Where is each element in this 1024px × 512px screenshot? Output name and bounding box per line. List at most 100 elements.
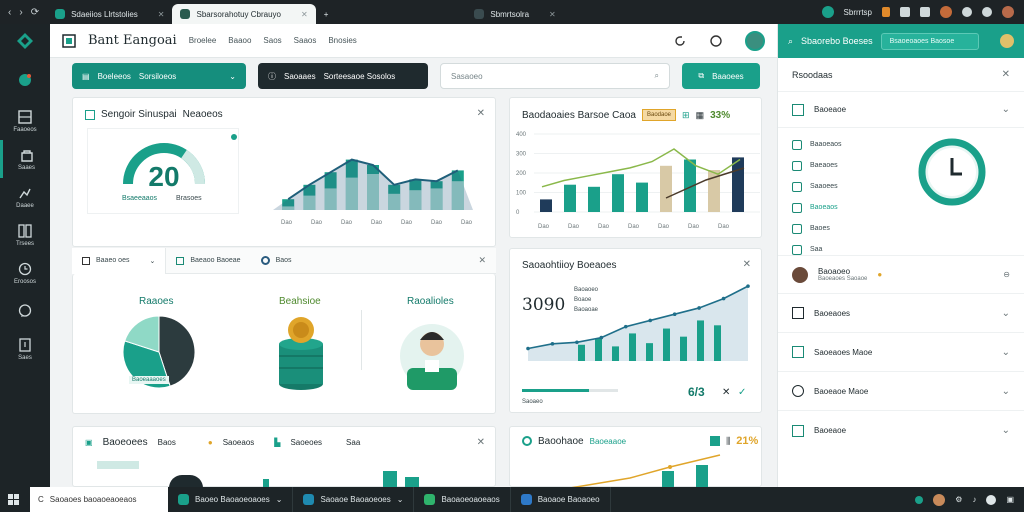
- close-icon[interactable]: ✕: [1002, 69, 1010, 80]
- taskbar-app-2[interactable]: Saoaoe Baoaoeoes ⌄: [293, 487, 415, 512]
- settings-icon[interactable]: ⚙: [955, 495, 962, 504]
- refresh-icon[interactable]: [673, 34, 687, 48]
- card-tab[interactable]: Baos: [158, 438, 176, 447]
- new-tab-button[interactable]: +: [316, 4, 337, 24]
- chevron-down-icon[interactable]: ⌄: [1002, 425, 1010, 436]
- app-logo[interactable]: [0, 24, 50, 58]
- right-user-row[interactable]: Baoaoeo Baoeaoes Saoaoe ● ⊖: [778, 256, 1024, 294]
- volume-icon[interactable]: ♪: [972, 495, 976, 504]
- tab-close-icon[interactable]: ✕: [158, 10, 165, 19]
- header-actions: [673, 30, 765, 51]
- header-menu-item[interactable]: Bnosies: [328, 36, 356, 45]
- notification-icon[interactable]: [982, 7, 992, 17]
- avatar-icon[interactable]: [940, 6, 952, 18]
- browser-tab-3[interactable]: Sbmrtsolra ✕: [466, 4, 563, 24]
- extension-icon[interactable]: [882, 7, 890, 17]
- right-row-1[interactable]: Baoeaoes ⌄: [778, 294, 1024, 333]
- x-tick-label: Dao: [718, 224, 730, 230]
- browser-tab-2[interactable]: Sbarsorahotuy Cbrauyo ✕: [172, 4, 316, 24]
- user-avatar[interactable]: [745, 30, 765, 51]
- check-icon[interactable]: ✓: [738, 387, 746, 398]
- card-tab[interactable]: Saoeaos: [223, 438, 255, 447]
- table-icon[interactable]: ⊞: [682, 110, 690, 121]
- sidebar-item-errors[interactable]: Eroosos: [0, 254, 50, 292]
- coin-icon: ●: [207, 438, 213, 447]
- edit-icon: [792, 103, 804, 116]
- refresh-icon[interactable]: ⟳: [31, 7, 39, 18]
- x-tick-label: Dao: [311, 220, 323, 226]
- right-section-body: Baaoeaos Baeaoes Saaoees Baoeaos Baoes S…: [778, 128, 1024, 256]
- chevron-down-icon[interactable]: ⌄: [1002, 308, 1010, 319]
- subtab-label: Baeaoo Baoeae: [190, 257, 241, 264]
- sidebar-item-saves[interactable]: Saaes: [0, 140, 50, 178]
- subtab-2[interactable]: Baeaoo Baoeae: [166, 248, 250, 274]
- help-icon[interactable]: [986, 494, 997, 505]
- close-small-icon[interactable]: ✕: [722, 387, 730, 398]
- folder-icon: [792, 160, 802, 171]
- notification-icon[interactable]: ▣: [1006, 495, 1014, 504]
- search-icon[interactable]: ⌕: [788, 36, 793, 47]
- filter-button[interactable]: ⓘ Saoaaes Sorteesaoe Sosolos: [258, 63, 428, 89]
- chevron-down-icon[interactable]: ⌄: [149, 257, 155, 265]
- user-avatar[interactable]: [933, 493, 946, 506]
- forward-icon[interactable]: ›: [19, 7, 22, 18]
- header-menu-item[interactable]: Baaoo: [228, 36, 251, 45]
- share-icon[interactable]: [920, 7, 930, 17]
- sidebar-item-saes[interactable]: Saes: [0, 330, 50, 368]
- subtab-bar: Baaeo oes ⌄ Baeaoo Baoeae Baos ✕: [72, 247, 496, 274]
- close-icon[interactable]: ✕: [478, 255, 496, 266]
- grid-icon[interactable]: ▦: [696, 110, 705, 121]
- sidebar-item-trees[interactable]: Trsees: [0, 216, 50, 254]
- user-name: Baoaoeo: [818, 267, 851, 276]
- subtab-3[interactable]: Baos: [251, 248, 302, 274]
- settings-icon[interactable]: [962, 7, 972, 17]
- chevron-down-icon[interactable]: ⌄: [1002, 386, 1010, 397]
- tab-close-icon[interactable]: ✕: [301, 10, 308, 19]
- right-section-header[interactable]: Baoeaoe ⌄: [778, 92, 1024, 128]
- taskbar-search[interactable]: C Saoaoes baoaoeaoeaos: [30, 487, 168, 512]
- bookmark-icon[interactable]: [900, 7, 910, 17]
- taskbar-app-1[interactable]: Baoeo Baoaoeoaoes ⌄: [168, 487, 294, 512]
- profile-icon[interactable]: [821, 6, 834, 18]
- sidebar-item-globe[interactable]: [0, 58, 50, 102]
- close-icon[interactable]: ✕: [743, 259, 751, 270]
- chevron-down-icon[interactable]: ⌄: [1002, 104, 1010, 115]
- sidebar-item-dashboard[interactable]: Faaoeos: [0, 102, 50, 140]
- right-row-3[interactable]: Baoeaoe Maoe ⌄: [778, 372, 1024, 411]
- right-row-4[interactable]: Baoeaoe ⌄: [778, 411, 1024, 450]
- notification-icon[interactable]: [709, 34, 723, 48]
- circle-icon: [522, 436, 532, 446]
- user-sub: Baoeaoes Saoaoe: [818, 276, 868, 282]
- user-avatar[interactable]: [1000, 34, 1014, 48]
- taskbar-app-4[interactable]: Baoaoe Baoaoeo: [511, 487, 611, 512]
- chevron-down-icon[interactable]: ⌄: [1002, 347, 1010, 358]
- chevron-down-icon: ⌄: [396, 495, 404, 504]
- primary-action-button[interactable]: ⧉ Baaoees: [682, 63, 760, 89]
- windows-start-icon[interactable]: [8, 494, 19, 505]
- right-row-2[interactable]: Saoeaoes Maoe ⌄: [778, 333, 1024, 372]
- subtab-1[interactable]: Baaeo oes ⌄: [72, 247, 167, 274]
- header-menu-item[interactable]: Saos: [263, 36, 281, 45]
- taskbar-app-3[interactable]: Baoaoeoaoeaos: [414, 487, 511, 512]
- header-menu-item[interactable]: Saaos: [294, 36, 317, 45]
- user-avatar[interactable]: [1002, 6, 1014, 18]
- network-icon[interactable]: [915, 495, 924, 504]
- sidebar-item-data[interactable]: Daaee: [0, 178, 50, 216]
- browser-tab-1[interactable]: Sdaeiios Llrtstolies ✕: [47, 4, 172, 24]
- view-dropdown[interactable]: ▤ Boeleeos Sorsiloeos ⌄: [72, 63, 246, 89]
- back-icon[interactable]: ‹: [8, 7, 11, 18]
- sidebar-item-chat[interactable]: [0, 292, 50, 330]
- card-tab[interactable]: Saa: [346, 438, 360, 447]
- card-tab[interactable]: Saoeoes: [290, 438, 322, 447]
- search-input[interactable]: Sasaoeo ⌕: [440, 63, 670, 89]
- link-icon[interactable]: ⊖: [1003, 270, 1010, 279]
- header-menu-item[interactable]: Broelee: [189, 36, 217, 45]
- right-item[interactable]: Baoes: [792, 218, 1010, 239]
- taskbar-app-label: Baoeo Baoaoeoaoes: [195, 495, 270, 504]
- tab-close-icon[interactable]: ✕: [549, 10, 556, 19]
- close-icon[interactable]: ✕: [477, 108, 485, 119]
- pen-icon: [792, 202, 802, 213]
- right-panel-input[interactable]: Bsaoeoaoes Baosoe: [880, 32, 979, 50]
- right-item[interactable]: Saa: [792, 239, 1010, 260]
- close-icon[interactable]: ✕: [477, 437, 485, 448]
